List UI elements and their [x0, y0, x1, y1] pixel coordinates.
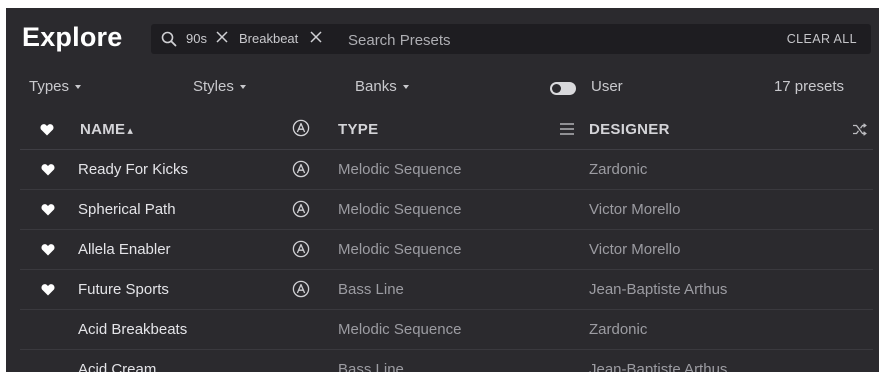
table-row[interactable]: Spherical Path Melodic Sequence Victor Mor…	[20, 190, 873, 230]
table-row[interactable]: Allela Enabler Melodic Sequence Victor Mor…	[20, 230, 873, 270]
search-icon	[161, 31, 177, 47]
search-bar[interactable]: 90s Breakbeat CLEAR ALL	[151, 24, 871, 54]
chevron-down-icon	[402, 85, 409, 90]
preset-type: Melodic Sequence	[338, 201, 462, 218]
designer-column-header[interactable]: DESIGNER	[589, 121, 670, 138]
filter-bar: Types Styles Banks User 17 presets	[6, 68, 879, 108]
top-bar: Explore 90s Breakbeat CLEAR ALL	[6, 8, 879, 68]
banks-dropdown-label: Banks	[355, 78, 397, 95]
heart-icon[interactable]	[41, 163, 55, 176]
type-column-header[interactable]: TYPE	[338, 121, 378, 138]
preset-browser-panel: Explore 90s Breakbeat CLEAR ALL Types	[6, 8, 879, 372]
chevron-down-icon	[239, 85, 246, 90]
preset-name: Spherical Path	[78, 201, 176, 218]
sort-ascending-icon: ▴	[127, 125, 134, 137]
filter-tag-label: 90s	[186, 31, 207, 46]
toggle-knob	[552, 84, 561, 93]
page-title: Explore	[22, 22, 123, 52]
heart-icon[interactable]	[40, 123, 54, 136]
preset-designer: Victor Morello	[589, 201, 681, 218]
preset-designer: Victor Morello	[589, 241, 681, 258]
user-toggle[interactable]	[550, 82, 576, 95]
preset-name: Ready For Kicks	[78, 161, 189, 178]
preset-type: Bass Line	[338, 361, 404, 372]
preset-designer: Zardonic	[589, 321, 648, 338]
preset-name: Allela Enabler	[78, 241, 171, 258]
heart-icon[interactable]	[41, 283, 55, 296]
preset-list: Ready For Kicks Melodic Sequence Zardonic S…	[20, 150, 873, 372]
preset-designer: Jean-Baptiste Arthus	[589, 281, 728, 298]
heart-icon[interactable]	[41, 203, 55, 216]
hamburger-icon[interactable]	[560, 123, 574, 135]
preset-type: Melodic Sequence	[338, 161, 462, 178]
user-toggle-label: User	[591, 78, 623, 95]
close-icon[interactable]	[215, 30, 229, 44]
styles-dropdown-label: Styles	[193, 78, 234, 95]
table-row[interactable]: Future Sports Bass Line Jean-Baptiste Arth…	[20, 270, 873, 310]
close-icon[interactable]	[309, 30, 323, 44]
preset-name: Acid Cream	[78, 361, 157, 372]
name-column-label: NAME	[80, 121, 126, 138]
heart-icon[interactable]	[41, 243, 55, 256]
banks-dropdown[interactable]: Banks	[355, 78, 409, 95]
clear-all-button[interactable]: CLEAR ALL	[787, 32, 857, 46]
table-row[interactable]: Acid Breakbeats Melodic Sequence Zardonic	[20, 310, 873, 350]
preset-name: Acid Breakbeats	[78, 321, 188, 338]
styles-dropdown[interactable]: Styles	[193, 78, 246, 95]
chevron-down-icon	[75, 85, 82, 90]
arturia-logo-icon	[292, 200, 310, 218]
arturia-logo-icon	[292, 280, 310, 298]
filter-tag-label: Breakbeat	[239, 31, 299, 46]
table-header: NAME ▴ TYPE DESIGNER	[20, 109, 873, 150]
designer-column-label: DESIGNER	[589, 121, 670, 138]
arturia-logo-icon	[292, 160, 310, 178]
preset-designer: Zardonic	[589, 161, 648, 178]
preset-type: Bass Line	[338, 281, 404, 298]
table-row[interactable]: Ready For Kicks Melodic Sequence Zardonic	[20, 150, 873, 190]
shuffle-icon[interactable]	[852, 123, 867, 136]
preset-count: 17 presets	[773, 78, 844, 95]
type-column-label: TYPE	[338, 121, 379, 138]
name-column-header[interactable]: NAME ▴	[80, 121, 133, 138]
table-row[interactable]: Acid Cream Bass Line Jean-Baptiste Arthus	[20, 350, 873, 372]
arturia-logo-icon[interactable]	[292, 119, 310, 137]
preset-type: Melodic Sequence	[338, 241, 462, 258]
types-dropdown-label: Types	[29, 78, 70, 95]
search-input[interactable]	[346, 28, 750, 52]
types-dropdown[interactable]: Types	[29, 78, 82, 95]
preset-designer: Jean-Baptiste Arthus	[589, 361, 728, 372]
preset-name: Future Sports	[78, 281, 169, 298]
arturia-logo-icon	[292, 240, 310, 258]
preset-type: Melodic Sequence	[338, 321, 462, 338]
